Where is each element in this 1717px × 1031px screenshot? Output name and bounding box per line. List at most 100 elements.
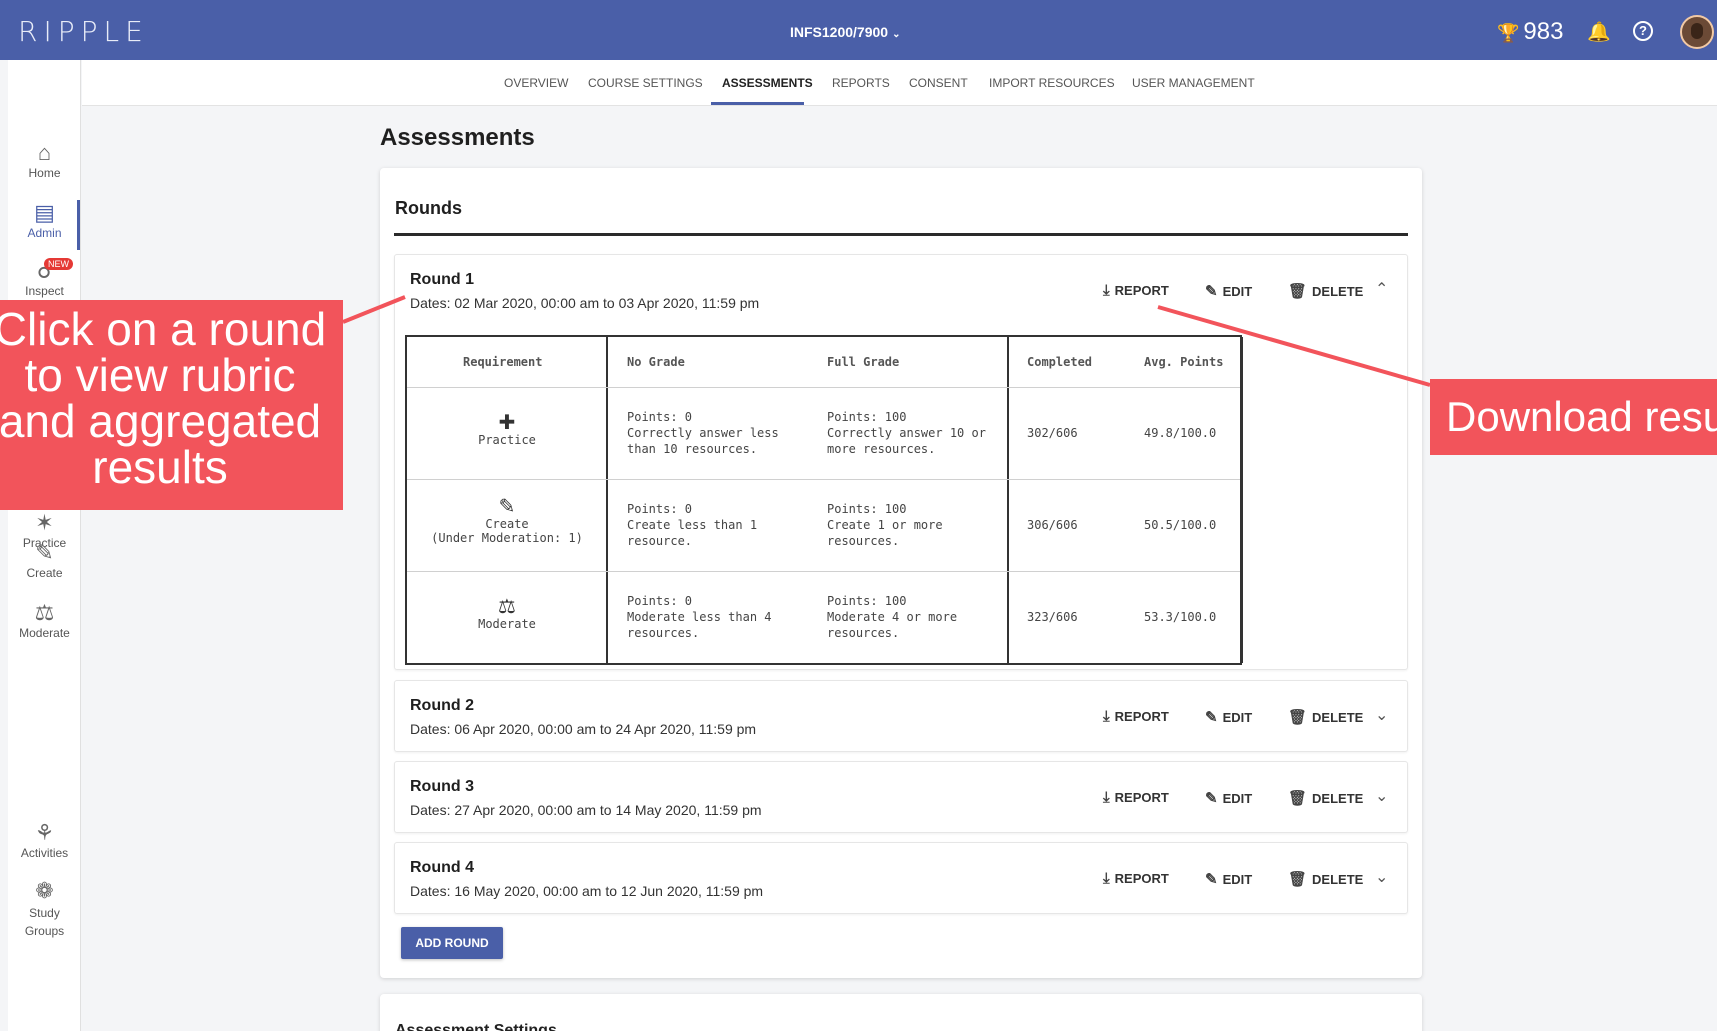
annotation-callout-right: Download results <box>1430 379 1717 455</box>
round-header[interactable]: Round 4 Dates: 16 May 2020, 00:00 am to … <box>395 843 1407 913</box>
points-display[interactable]: 🏆 983 <box>1497 18 1563 46</box>
completed-cell: 302/606 <box>1027 426 1078 440</box>
help-icon[interactable]: ? <box>1633 21 1653 41</box>
delete-button[interactable]: 🗑 DELETE <box>1288 708 1363 726</box>
sidebar-item-activities[interactable]: ⚘ Activities <box>8 820 81 860</box>
round-panel-2[interactable]: Round 2 Dates: 06 Apr 2020, 00:00 am to … <box>394 680 1408 752</box>
round-header[interactable]: Round 2 Dates: 06 Apr 2020, 00:00 am to … <box>395 681 1407 751</box>
chevron-down-icon[interactable]: ⌄ <box>1375 705 1388 725</box>
section-heading: Assessment Settings <box>395 1022 557 1031</box>
avg-points-cell: 53.3/100.0 <box>1144 610 1217 624</box>
download-icon: ⤓ <box>1103 789 1110 806</box>
no-grade-cell: Points: 0 Create less than 1 resource. <box>627 502 758 548</box>
full-grade-cell: Points: 100 Correctly answer 10 or more re… <box>827 410 986 456</box>
round-dates: Dates: 16 May 2020, 00:00 am to 12 Jun 2… <box>410 883 764 899</box>
sidebar-item-home[interactable]: ⌂ Home <box>8 140 81 180</box>
trophy-icon: 🏆 <box>1497 23 1520 43</box>
gavel-icon: ⚖ <box>498 594 516 618</box>
points-value: 983 <box>1523 18 1564 45</box>
activities-icon: ⚘ <box>34 820 55 845</box>
rounds-card: Rounds Round 1 Dates: 02 Mar 2020, 00:00… <box>380 168 1422 978</box>
annotation-callout-left: Click on a round to view rubric and aggr… <box>0 300 343 510</box>
full-grade-cell: Points: 100 Moderate 4 or more resources. <box>827 594 958 640</box>
sidebar-item-admin[interactable]: ▤ Admin <box>8 200 81 240</box>
chevron-up-icon[interactable]: ⌃ <box>1375 279 1388 299</box>
table-divider <box>407 571 1240 572</box>
edit-button[interactable]: ✎ EDIT <box>1205 708 1252 726</box>
avg-points-cell: 49.8/100.0 <box>1144 426 1217 440</box>
sidebar-item-label: Create <box>26 566 63 580</box>
delete-button[interactable]: 🗑 DELETE <box>1288 870 1363 888</box>
chevron-down-icon: ⌄ <box>892 29 901 40</box>
chevron-down-icon[interactable]: ⌄ <box>1375 867 1388 887</box>
download-icon: ⤓ <box>1103 708 1110 725</box>
sidebar-active-indicator <box>77 200 80 250</box>
delete-button[interactable]: 🗑 DELETE <box>1288 789 1363 807</box>
column-header: Completed <box>1027 355 1093 369</box>
new-badge: NEW <box>44 258 73 270</box>
round-dates: Dates: 02 Mar 2020, 00:00 am to 03 Apr 2… <box>410 295 760 311</box>
tab-course-settings[interactable]: COURSE SETTINGS <box>588 76 703 90</box>
course-selector[interactable]: INFS1200/7900 ⌄ <box>790 24 900 40</box>
sidebar-item-label: Admin <box>27 226 62 240</box>
requirement-name: Practice <box>478 433 536 447</box>
tab-user-management[interactable]: USER MANAGEMENT <box>1132 76 1255 90</box>
edit-button[interactable]: ✎ EDIT <box>1205 789 1252 807</box>
round-header[interactable]: Round 3 Dates: 27 Apr 2020, 00:00 am to … <box>395 762 1407 832</box>
round-name: Round 1 <box>410 271 474 288</box>
add-round-button[interactable]: ADD ROUND <box>401 927 503 959</box>
top-app-bar: RIPPLE INFS1200/7900 ⌄ 🏆 983 🔔 ? <box>0 0 1717 60</box>
edit-button[interactable]: ✎ EDIT <box>1205 282 1252 300</box>
sidebar-item-label: Home <box>28 166 61 180</box>
table-row: ⚖ Moderate <box>407 595 607 631</box>
practice-icon: ✶ <box>35 510 54 535</box>
round-header[interactable]: Round 1 Dates: 02 Mar 2020, 00:00 am to … <box>395 255 1407 325</box>
column-header: Full Grade <box>827 355 900 369</box>
edit-button[interactable]: ✎ EDIT <box>1205 870 1252 888</box>
delete-button[interactable]: 🗑 DELETE <box>1288 282 1363 300</box>
course-name: INFS1200/7900 <box>790 24 889 40</box>
requirement-subtext: (Under Moderation: 1) <box>431 531 583 545</box>
report-button[interactable]: ⤓ REPORT <box>1103 282 1169 299</box>
bell-icon[interactable]: 🔔 <box>1587 20 1611 44</box>
sidebar-item-study-groups[interactable]: ❁ Study Groups <box>8 878 81 940</box>
avatar[interactable] <box>1680 15 1714 49</box>
round-panel-1[interactable]: Round 1 Dates: 02 Mar 2020, 00:00 am to … <box>394 254 1408 670</box>
sidebar-item-inspect[interactable]: ☌ NEW Inspect <box>8 258 81 298</box>
requirement-name: Create <box>485 517 529 531</box>
sidebar-item-label: Moderate <box>19 626 70 640</box>
report-button[interactable]: ⤓ REPORT <box>1103 870 1169 887</box>
trash-icon: 🗑 <box>1288 283 1308 300</box>
active-tab-indicator <box>711 102 804 105</box>
sidebar-item-create[interactable]: ✎ Create <box>8 540 81 580</box>
tab-import-resources[interactable]: IMPORT RESOURCES <box>989 76 1115 90</box>
pencil-icon: ✎ <box>1205 871 1218 888</box>
pencil-icon: ✎ <box>1205 790 1218 807</box>
tab-consent[interactable]: CONSENT <box>909 76 968 90</box>
download-icon: ⤓ <box>1103 282 1110 299</box>
rounds-heading: Rounds <box>395 198 462 218</box>
full-grade-cell: Points: 100 Create 1 or more resources. <box>827 502 943 548</box>
round-name: Round 4 <box>410 859 474 876</box>
trash-icon: 🗑 <box>1288 790 1308 807</box>
round-dates: Dates: 27 Apr 2020, 00:00 am to 14 May 2… <box>410 802 762 818</box>
sidebar-item-moderate[interactable]: ⚖ Moderate <box>8 600 81 640</box>
table-divider <box>1007 337 1009 663</box>
completed-cell: 306/606 <box>1027 518 1078 532</box>
tab-assessments[interactable]: ASSESSMENTS <box>722 76 813 90</box>
report-button[interactable]: ⤓ REPORT <box>1103 789 1169 806</box>
pencil-icon: ✎ <box>1205 709 1218 726</box>
round-panel-4[interactable]: Round 4 Dates: 16 May 2020, 00:00 am to … <box>394 842 1408 914</box>
round-panel-3[interactable]: Round 3 Dates: 27 Apr 2020, 00:00 am to … <box>394 761 1408 833</box>
ripple-logo[interactable]: RIPPLE <box>18 15 149 48</box>
chevron-down-icon[interactable]: ⌄ <box>1375 786 1388 806</box>
tab-overview[interactable]: OVERVIEW <box>504 76 568 90</box>
report-button[interactable]: ⤓ REPORT <box>1103 708 1169 725</box>
table-row: ✎ Create (Under Moderation: 1) <box>407 495 607 545</box>
no-grade-cell: Points: 0 Correctly answer less than 10 re… <box>627 410 779 456</box>
tab-reports[interactable]: REPORTS <box>832 76 890 90</box>
round-dates: Dates: 06 Apr 2020, 00:00 am to 24 Apr 2… <box>410 721 757 737</box>
pencil-icon: ✎ <box>1205 283 1218 300</box>
table-divider <box>407 479 1240 480</box>
trash-icon: 🗑 <box>1288 709 1308 726</box>
